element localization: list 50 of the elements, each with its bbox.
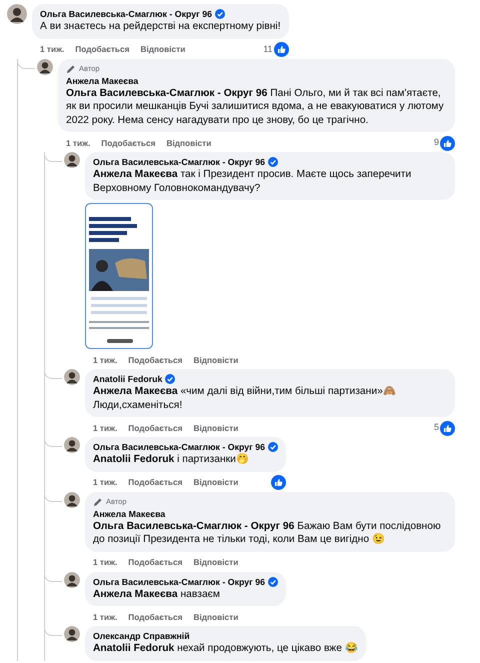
reply-link[interactable]: Відповісти	[193, 354, 238, 366]
reply-link[interactable]: Відповісти	[193, 422, 238, 434]
comment-text: А ви знаєтесь на рейдерстві на експертному рівні!	[40, 20, 281, 34]
avatar[interactable]	[64, 369, 80, 385]
avatar[interactable]	[64, 152, 80, 168]
comment-text: Анжела Макеєва навзаєм	[93, 588, 222, 601]
reply-link[interactable]: Відповісти	[193, 476, 238, 489]
avatar[interactable]	[7, 4, 27, 24]
pencil-icon	[66, 64, 76, 74]
comment-text: Анжела Макеєва так і Президент просив. Маєте щось заперечити Верховному Головнокомандувачу?	[93, 168, 412, 195]
comment-text: Анжела Макеєва «чим далі від війни,тим більші партизани»🙈 Люди,схаменіться!	[93, 385, 397, 412]
comment-time[interactable]: 1 тиж.	[40, 43, 64, 56]
author-name[interactable]: Ольга Василевська-Смаглюк - Округ 96	[93, 441, 266, 453]
like-link[interactable]: Подобається	[128, 476, 182, 489]
comment-time[interactable]: 1 тиж.	[66, 136, 90, 150]
reply-link[interactable]: Відповісти	[193, 556, 238, 569]
like-link[interactable]: Подобається	[128, 610, 182, 624]
comment-time[interactable]: 1 тиж.	[93, 422, 118, 434]
comment-text: Anatolii Fedoruk і партизанки🤭	[93, 453, 250, 466]
comment-time[interactable]: 1 тиж.	[93, 476, 118, 489]
like-link[interactable]: Подобається	[101, 136, 156, 150]
author-name[interactable]: Ольга Василевська-Смаглюк - Округ 96	[40, 8, 212, 20]
avatar[interactable]	[64, 572, 80, 588]
comment-text: Ольга Василевська-Смаглюк - Округ 96 Пані Ольго, ми й так всі пам'ятаєте, як ви просили мешканців Бучі залишитися вдома, а не евакуюватися у лютому 2022 року. Нема сенсу нагадувати про це знову, бо це трагічно.	[66, 86, 445, 127]
author-name[interactable]: Анжела Макеєва	[93, 508, 166, 520]
reaction-count[interactable]: 9	[434, 136, 439, 150]
reaction-count[interactable]: 5	[434, 421, 439, 435]
author-name[interactable]: Ольга Василевська-Смаглюк - Округ 96	[93, 576, 266, 588]
author-name[interactable]: Анжела Макеєва	[66, 74, 138, 86]
like-link[interactable]: Подобається	[128, 422, 182, 434]
comment-text: Ольга Василевська-Смаглюк - Округ 96 Бажаю Вам бути послідовною до позиції Президента не тільки тоді, коли Вам це вигідно 😉	[93, 520, 442, 546]
comment-time[interactable]: 1 тиж.	[93, 556, 118, 569]
author-name[interactable]: Anatolii Fedoruk	[93, 373, 162, 385]
author-name[interactable]: Ольга Василевська-Смаглюк - Округ 96	[93, 156, 266, 168]
author-name[interactable]: Олександр Справжній	[93, 630, 190, 642]
comment-text: Anatolii Fedoruk нехай продовжують, це цікаво вже 😂	[93, 642, 358, 656]
comment-time[interactable]: 1 тиж.	[93, 610, 118, 624]
avatar[interactable]	[64, 492, 80, 508]
reply-link[interactable]: Відповісти	[140, 43, 186, 56]
reaction-count[interactable]: 11	[263, 42, 273, 56]
reply-link[interactable]: Відповісти	[166, 136, 212, 150]
avatar[interactable]	[64, 437, 80, 453]
avatar[interactable]	[37, 58, 53, 74]
comment-time[interactable]: 1 тиж.	[93, 354, 118, 366]
pencil-icon	[93, 496, 103, 506]
like-link[interactable]: Подобається	[128, 556, 182, 569]
like-link[interactable]: Подобається	[128, 354, 182, 366]
reply-link[interactable]: Відповісти	[193, 610, 238, 624]
avatar[interactable]	[64, 626, 80, 642]
like-link[interactable]: Подобається	[75, 43, 130, 56]
